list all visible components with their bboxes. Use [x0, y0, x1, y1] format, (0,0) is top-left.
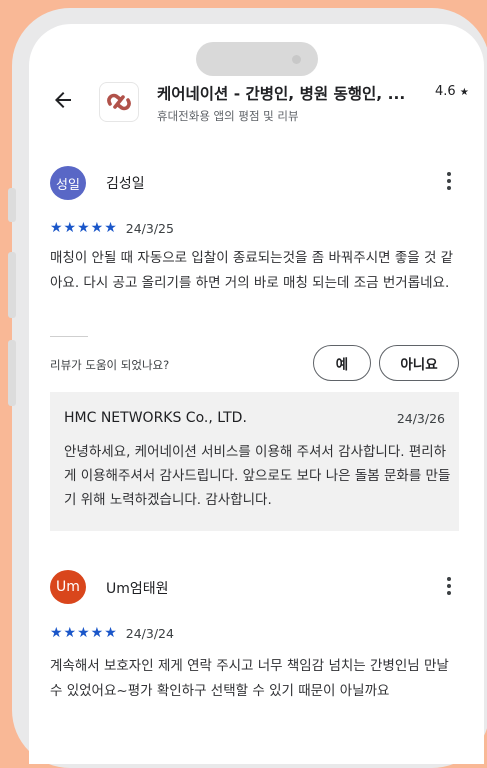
reply-date: 24/3/26: [396, 411, 445, 426]
app-rating-value: 4.6: [435, 84, 456, 99]
star-rating: ★★★★★: [50, 625, 118, 641]
review-rating-row: ★★★★★ 24/3/25: [50, 220, 174, 236]
helpful-no-button[interactable]: 아니요: [379, 345, 459, 381]
helpful-question: 리뷰가 도움이 되었나요?: [50, 358, 170, 372]
phone-volume-up-button: [8, 252, 16, 318]
camera-notch: [196, 42, 318, 76]
review-date: 24/3/25: [125, 220, 174, 236]
app-title: 케어네이션 - 간병인, 병원 동행인, ...: [157, 85, 406, 103]
phone-side-button: [8, 188, 16, 222]
reviewer-name: 김성일: [106, 176, 145, 192]
star-rating: ★★★★★: [50, 220, 118, 236]
star-icon: ★: [459, 87, 469, 98]
review-text: 계속해서 보호자인 제게 연락 주시고 너무 책임감 넘치는 간병인님 만날 수…: [50, 658, 449, 699]
review-date: 24/3/24: [125, 625, 174, 641]
page-subtitle: 휴대전화용 앱의 평점 및 리뷰: [157, 109, 299, 123]
more-vertical-icon[interactable]: [439, 171, 459, 191]
app-screen: 케어네이션 - 간병인, 병원 동행인, ... 4.6 ★ 휴대전화용 앱의 …: [29, 24, 484, 764]
review-rating-row: ★★★★★ 24/3/24: [50, 625, 174, 641]
reply-author: HMC NETWORKS Co., LTD.: [64, 410, 247, 426]
helpful-yes-button[interactable]: 예: [313, 345, 371, 381]
divider: [50, 336, 88, 337]
reviewer-name: Um엄태원: [106, 581, 169, 597]
camera-dot: [292, 55, 301, 64]
developer-reply: HMC NETWORKS Co., LTD. 24/3/26 안녕하세요, 케어…: [50, 392, 459, 531]
app-rating: 4.6 ★: [435, 84, 469, 99]
reply-text: 안녕하세요, 케어네이션 서비스를 이용해 주셔서 감사합니다. 편리하게 이용…: [64, 444, 451, 508]
avatar: 성일: [50, 166, 86, 200]
carenation-logo-icon: [107, 93, 131, 111]
phone-volume-down-button: [8, 340, 16, 406]
review-text: 매칭이 안될 때 자동으로 입찰이 종료되는것을 좀 바꿔주시면 좋을 것 같아…: [50, 250, 454, 291]
app-icon[interactable]: [99, 82, 139, 122]
more-vertical-icon[interactable]: [439, 576, 459, 596]
arrow-left-icon[interactable]: [51, 88, 75, 112]
avatar: Um: [50, 570, 86, 604]
